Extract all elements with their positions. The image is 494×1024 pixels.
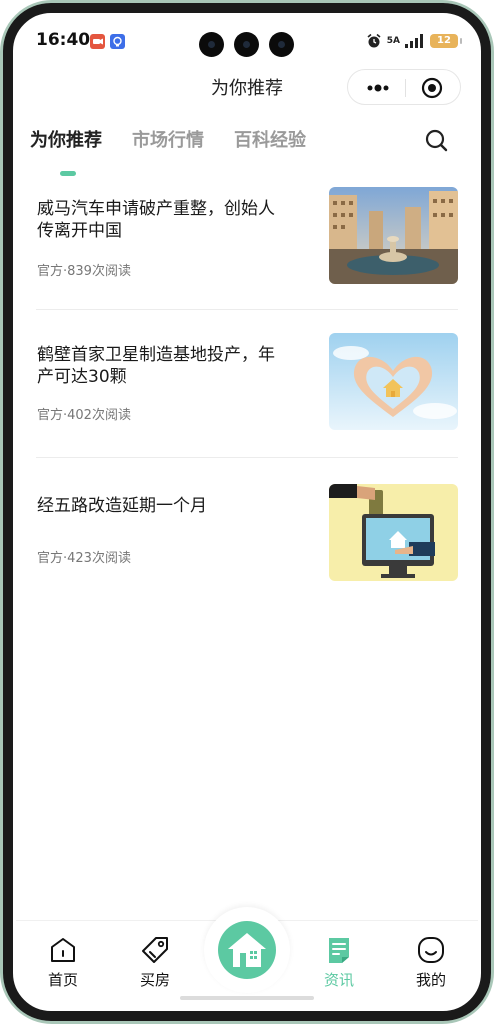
article-item[interactable]: 威马汽车申请破产重整，创始人传离开中国 官方·839次阅读 [36, 187, 458, 318]
tab-encyclopedia[interactable]: 百科经验 [234, 126, 306, 152]
news-document-icon [329, 938, 349, 963]
battery-icon: 12 [430, 34, 462, 48]
screen: 16:40 5A 12 为你推荐 为你推荐 市场行情 百科经验 威马汽车申请破产… [16, 16, 478, 1008]
article-item[interactable]: 经五路改造延期一个月 官方·423次阅读 [36, 484, 458, 615]
bottom-tab-bar: 首页 买房 资讯 我的 [16, 907, 478, 1008]
status-time: 16:40 [36, 30, 91, 50]
home-fab-button[interactable] [204, 907, 290, 993]
miniprogram-capsule [347, 69, 461, 105]
article-meta: 官方·423次阅读 [37, 551, 131, 566]
signal-icon [405, 34, 423, 48]
front-camera-1 [199, 32, 224, 57]
article-thumbnail-estate [329, 187, 458, 284]
article-item[interactable]: 鹤壁首家卫星制造基地投产，年产可达30颗 官方·402次阅读 [36, 333, 458, 464]
house-fab-icon [218, 921, 276, 979]
article-title: 鹤壁首家卫星制造基地投产，年产可达30颗 [37, 345, 275, 387]
close-miniprogram-button[interactable] [410, 74, 454, 102]
tabbar-home-label: 首页 [47, 971, 78, 989]
screen-record-icon [90, 34, 105, 49]
article-divider [36, 457, 458, 458]
front-camera-3 [269, 32, 294, 57]
tabbar-buy-label: 买房 [139, 971, 170, 989]
network-label: 5A [386, 36, 400, 46]
tab-market[interactable]: 市场行情 [132, 126, 204, 152]
shield-app-icon [110, 34, 125, 49]
front-camera-2 [234, 32, 259, 57]
tab-recommended[interactable]: 为你推荐 [30, 126, 102, 152]
capsule-divider [405, 79, 406, 97]
article-divider [36, 309, 458, 310]
target-circle-icon [421, 77, 443, 99]
search-icon [425, 129, 448, 152]
article-meta: 官方·402次阅读 [37, 408, 131, 423]
article-thumbnail-hands-house [329, 333, 458, 430]
article-thumbnail-payment [329, 484, 458, 581]
smile-face-icon [418, 937, 444, 963]
status-bar: 16:40 5A 12 [16, 16, 478, 64]
tab-indicator [60, 171, 76, 176]
article-meta: 官方·839次阅读 [37, 264, 131, 279]
tabbar-news[interactable]: 资讯 [304, 935, 374, 990]
more-dots-icon [367, 84, 389, 92]
tabbar-me-label: 我的 [415, 971, 446, 989]
tag-icon [142, 937, 168, 963]
tabbar-news-label: 资讯 [323, 971, 354, 989]
more-button[interactable] [356, 74, 400, 102]
tabbar-buy[interactable]: 买房 [120, 935, 190, 990]
article-title: 威马汽车申请破产重整，创始人传离开中国 [37, 199, 275, 241]
home-indicator [180, 996, 314, 1000]
status-right: 5A 12 [366, 32, 462, 50]
article-title: 经五路改造延期一个月 [37, 496, 207, 516]
search-button[interactable] [422, 126, 452, 156]
home-outline-icon [51, 938, 75, 962]
alarm-icon [367, 33, 381, 48]
tabbar-home[interactable]: 首页 [28, 935, 98, 990]
tabbar-me[interactable]: 我的 [396, 935, 466, 990]
